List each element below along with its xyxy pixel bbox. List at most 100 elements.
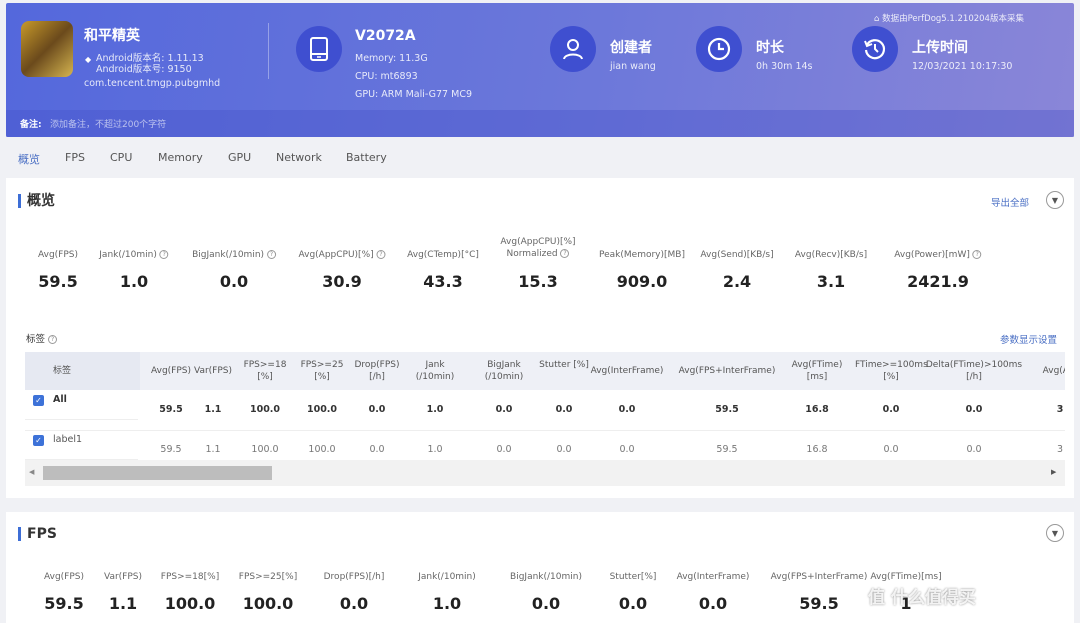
- table-cell: 16.8: [805, 404, 829, 415]
- tab-3[interactable]: Memory: [158, 151, 203, 164]
- metric-label-text: Jank(/10min): [99, 250, 157, 260]
- row-label: All: [53, 394, 67, 405]
- version-code: Android版本号: 9150: [96, 64, 192, 75]
- table-cell: 3: [1056, 444, 1064, 455]
- metric-value: 2.4: [722, 272, 752, 291]
- param-settings-link[interactable]: 参数显示设置: [1000, 332, 1057, 346]
- table-cell: 0.0: [619, 444, 635, 455]
- metric-value: 0.0: [219, 272, 249, 291]
- label-divider: [25, 459, 138, 460]
- fps-metric-value: 59.5: [44, 594, 84, 613]
- fps-metric-label: Drop(FPS)[/h]: [323, 572, 385, 582]
- table-cell: 59.5: [160, 444, 182, 455]
- collapse-icon[interactable]: ▼: [1046, 191, 1064, 209]
- metric-label-text: Avg(Power)[mW]: [894, 250, 970, 260]
- metric-value: 2421.9: [907, 272, 969, 291]
- source-note-text: 数据由PerfDog5.1.210204版本采集: [882, 14, 1024, 24]
- column-header[interactable]: Avg(FTime) [ms]: [787, 359, 847, 383]
- table-cell: 0.0: [368, 404, 386, 415]
- table-cell: 100.0: [251, 444, 279, 455]
- table-cell: 0.0: [966, 444, 982, 455]
- divider: [268, 23, 269, 79]
- table-cell: 100.0: [249, 404, 281, 415]
- remark-input[interactable]: 添加备注，不超过200个字符: [50, 117, 166, 130]
- label-column-header: 标签: [52, 366, 72, 376]
- column-header[interactable]: Jank (/10min): [410, 359, 460, 383]
- column-header[interactable]: FTime>=100ms [%]: [855, 359, 928, 383]
- metric-label-text: Avg(AppCPU)[%]: [298, 250, 374, 260]
- column-header[interactable]: Avg(A...: [1010, 365, 1065, 377]
- table-cell: 0.0: [495, 404, 513, 415]
- scroll-right-icon[interactable]: ▶: [1051, 468, 1056, 476]
- table-cell: 0.0: [965, 404, 983, 415]
- metric-label: Avg(AppCPU)[%] Normalized ?: [493, 236, 583, 260]
- metric-label: Avg(Send)[KB/s]: [700, 249, 773, 261]
- metric-value: 909.0: [616, 272, 668, 291]
- fps-metric-label: Avg(FPS): [43, 572, 85, 582]
- row-checkbox[interactable]: ✓: [33, 435, 44, 446]
- device-gpu: GPU: ARM Mali-G77 MC9: [355, 89, 472, 100]
- help-icon[interactable]: ?: [376, 250, 386, 259]
- column-header[interactable]: Avg(FPS+InterFrame): [677, 365, 777, 377]
- fps-metric-label: BigJank(/10min): [510, 572, 582, 582]
- android-icon: ◆: [85, 55, 92, 64]
- clock-icon: [696, 26, 742, 72]
- app-name: 和平精英: [84, 28, 140, 44]
- export-all-link[interactable]: 导出全部: [991, 195, 1029, 209]
- fps-metric-label: Avg(InterFrame): [676, 572, 750, 582]
- fps-metric-value: 0.0: [698, 594, 728, 613]
- table-cell: 100.0: [306, 404, 338, 415]
- column-header[interactable]: FPS>=18 [%]: [240, 359, 290, 383]
- metric-label: Avg(CTemp)[°C]: [407, 249, 479, 261]
- column-header[interactable]: Avg(InterFrame): [577, 365, 677, 377]
- fps-metric-label: Avg(FTime)[ms]: [870, 572, 942, 582]
- column-header-text: FPS>=18 [%]: [243, 360, 287, 382]
- tab-0[interactable]: 概览: [18, 151, 40, 167]
- metric-label: Jank(/10min) ?: [99, 249, 169, 261]
- scroll-left-icon[interactable]: ◀: [29, 468, 34, 476]
- tab-5[interactable]: Network: [276, 151, 322, 164]
- column-header-text: Avg(InterFrame): [590, 366, 664, 376]
- source-note: ⌂ 数据由PerfDog5.1.210204版本采集: [874, 14, 1024, 24]
- phone-icon: [296, 26, 342, 72]
- fps-metric-value: 0.0: [339, 594, 369, 613]
- column-header[interactable]: FPS>=25 [%]: [297, 359, 347, 383]
- fps-metric-value: 59.5: [799, 594, 839, 613]
- help-icon[interactable]: ?: [266, 250, 276, 259]
- duration-value: 0h 30m 14s: [756, 61, 813, 72]
- column-header[interactable]: Drop(FPS) [/h]: [350, 359, 404, 383]
- row-divider: [25, 430, 1065, 431]
- fps-metric-label: FPS>=18[%]: [160, 572, 220, 582]
- tab-4[interactable]: GPU: [228, 151, 251, 164]
- help-icon[interactable]: ?: [560, 249, 570, 258]
- device-name: V2072A: [355, 28, 416, 44]
- table-cell: 59.5: [716, 444, 738, 455]
- tab-2[interactable]: CPU: [110, 151, 132, 164]
- help-icon[interactable]: ?: [48, 335, 58, 344]
- metric-value: 59.5: [38, 272, 78, 291]
- overview-title: 概览: [18, 194, 55, 208]
- row-checkbox[interactable]: ✓: [33, 395, 44, 406]
- table-cell: 1.0: [427, 444, 443, 455]
- column-header[interactable]: BigJank (/10min): [479, 359, 529, 383]
- table-cell: 59.5: [715, 404, 739, 415]
- fps-metric-label: Jank(/10min): [418, 572, 476, 582]
- metric-label: BigJank(/10min) ?: [192, 249, 276, 261]
- app-icon: [21, 21, 73, 77]
- remark-label: 备注:: [20, 120, 42, 130]
- table-cell: 1.0: [426, 404, 444, 415]
- tags-table: 标签 ◀ ▶ Avg(FPS) Var(FPS) FPS>=18 [%] FPS>=2…: [25, 352, 1065, 490]
- watermark: 值 什么值得买: [868, 588, 976, 608]
- help-icon[interactable]: ?: [159, 250, 169, 259]
- metric-label-text: Peak(Memory)[MB]: [599, 250, 685, 260]
- scrollbar-thumb[interactable]: [43, 466, 272, 480]
- tab-6[interactable]: Battery: [346, 151, 387, 164]
- help-icon[interactable]: ?: [972, 250, 982, 259]
- fps-metric-label: Stutter[%]: [609, 572, 657, 582]
- fps-metric-value: 1.1: [108, 594, 138, 613]
- fps-metric-label: FPS>=25[%]: [238, 572, 298, 582]
- fps-metric-label: Avg(FPS+InterFrame): [770, 572, 868, 582]
- table-cell: 59.5: [159, 404, 183, 415]
- tab-1[interactable]: FPS: [65, 151, 85, 164]
- collapse-icon[interactable]: ▼: [1046, 524, 1064, 542]
